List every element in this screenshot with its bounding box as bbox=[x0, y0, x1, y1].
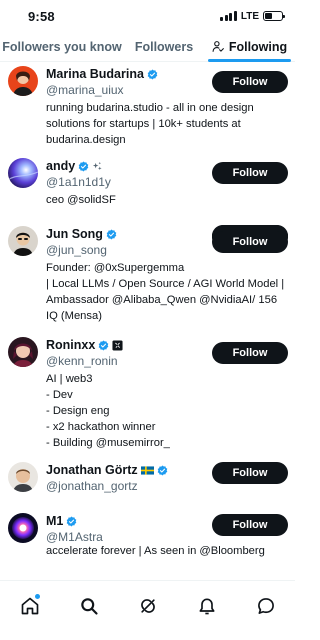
verified-badge-icon bbox=[78, 160, 89, 172]
user-name[interactable]: Jonathan Görtz bbox=[46, 463, 138, 477]
user-bio: Founder: @0xSupergemma | Local LLMs / Op… bbox=[46, 262, 285, 322]
network-label: LTE bbox=[240, 10, 259, 22]
search-icon bbox=[80, 598, 98, 615]
list-item[interactable]: M1 @M1Astra Follow accelerate forever | … bbox=[0, 513, 295, 573]
nav-messages[interactable] bbox=[250, 591, 282, 621]
user-info: Roninxx @kenn_ronin bbox=[46, 337, 206, 369]
user-name[interactable]: M1 bbox=[46, 514, 63, 528]
list-item[interactable]: Jun Song @jun_song Follow Founder: @0xSu… bbox=[0, 226, 295, 332]
status-time: 9:58 bbox=[28, 8, 55, 24]
verified-badge-icon bbox=[157, 464, 167, 476]
tab-followers[interactable]: Followers bbox=[124, 32, 204, 61]
bottom-nav bbox=[0, 580, 295, 640]
user-info: Jun Song @jun_song bbox=[46, 226, 206, 258]
tab-followers-you-know[interactable]: Followers you know bbox=[0, 32, 124, 61]
list-item[interactable]: Marina Budarina @marina_uiux Follow runn… bbox=[0, 66, 295, 154]
avatar[interactable] bbox=[8, 226, 38, 256]
verified-badge-icon bbox=[67, 515, 77, 527]
status-indicators: LTE bbox=[220, 10, 285, 22]
user-name[interactable]: Marina Budarina bbox=[46, 67, 144, 81]
affiliate-sparkle-badge-icon bbox=[93, 161, 102, 170]
follow-button[interactable]: Follow bbox=[212, 342, 288, 364]
nav-notifications[interactable] bbox=[191, 591, 223, 621]
avatar[interactable] bbox=[8, 66, 38, 96]
user-info: Marina Budarina @marina_uiux bbox=[46, 66, 206, 98]
follow-button[interactable]: Follow bbox=[212, 462, 288, 484]
list-item[interactable]: Roninxx @kenn_ronin Follow AI | web3 - D… bbox=[0, 337, 295, 455]
tab-following[interactable]: Following bbox=[204, 32, 295, 62]
status-bar: 9:58 LTE bbox=[0, 0, 295, 32]
tab-label: Following bbox=[228, 39, 288, 54]
verified-badge-icon bbox=[99, 339, 109, 351]
user-handle: @jun_song bbox=[46, 243, 107, 257]
grok-icon bbox=[140, 599, 155, 613]
avatar[interactable] bbox=[8, 513, 38, 543]
follow-button[interactable]: Follow bbox=[212, 71, 288, 93]
bell-icon bbox=[199, 598, 214, 615]
sweden-flag-icon bbox=[140, 465, 154, 475]
affiliate-square-badge-icon bbox=[112, 339, 123, 351]
follow-button[interactable]: Follow bbox=[212, 231, 288, 253]
nav-search[interactable] bbox=[73, 591, 105, 621]
user-info: M1 @M1Astra bbox=[46, 513, 206, 545]
user-name[interactable]: Jun Song bbox=[46, 227, 103, 241]
user-handle: @jonathan_gortz bbox=[46, 479, 138, 493]
battery-icon bbox=[263, 11, 285, 21]
user-handle: @kenn_ronin bbox=[46, 354, 118, 368]
user-bio: accelerate forever | As seen in @Bloombe… bbox=[46, 545, 265, 557]
user-handle: @marina_uiux bbox=[46, 83, 124, 97]
avatar[interactable] bbox=[8, 462, 38, 492]
verified-badge-icon bbox=[147, 68, 158, 80]
home-icon bbox=[21, 597, 38, 615]
list-item[interactable]: Jonathan Görtz @jonathan_gortz Follow bbox=[0, 462, 295, 506]
user-bio: ceo @solidSF bbox=[46, 194, 116, 206]
user-name[interactable]: andy bbox=[46, 159, 75, 173]
user-info: Jonathan Görtz @jonathan_gortz bbox=[46, 462, 206, 494]
follow-button[interactable]: Follow bbox=[212, 162, 288, 184]
user-name[interactable]: Roninxx bbox=[46, 338, 95, 352]
nav-grok[interactable] bbox=[132, 591, 164, 621]
nav-home[interactable] bbox=[14, 591, 46, 621]
user-info: andy @1a1n1d1y bbox=[46, 158, 206, 190]
battery-fill bbox=[265, 13, 273, 19]
follow-button[interactable]: Follow bbox=[212, 514, 288, 536]
messages-icon bbox=[257, 598, 274, 614]
verified-badge-icon bbox=[106, 228, 117, 240]
tab-bar: Followers you know Followers Following bbox=[0, 32, 295, 62]
notification-dot bbox=[34, 594, 40, 599]
user-bio: AI | web3 - Dev - Design eng - x2 hackat… bbox=[46, 373, 170, 449]
person-check-icon bbox=[212, 40, 225, 53]
avatar[interactable] bbox=[8, 158, 38, 188]
signal-icon bbox=[220, 11, 237, 21]
avatar[interactable] bbox=[8, 337, 38, 367]
tab-label: Followers bbox=[134, 39, 194, 54]
user-bio: running budarina.studio - all in one des… bbox=[46, 102, 254, 146]
user-handle: @1a1n1d1y bbox=[46, 175, 111, 189]
tab-label: Followers you know bbox=[2, 39, 122, 54]
